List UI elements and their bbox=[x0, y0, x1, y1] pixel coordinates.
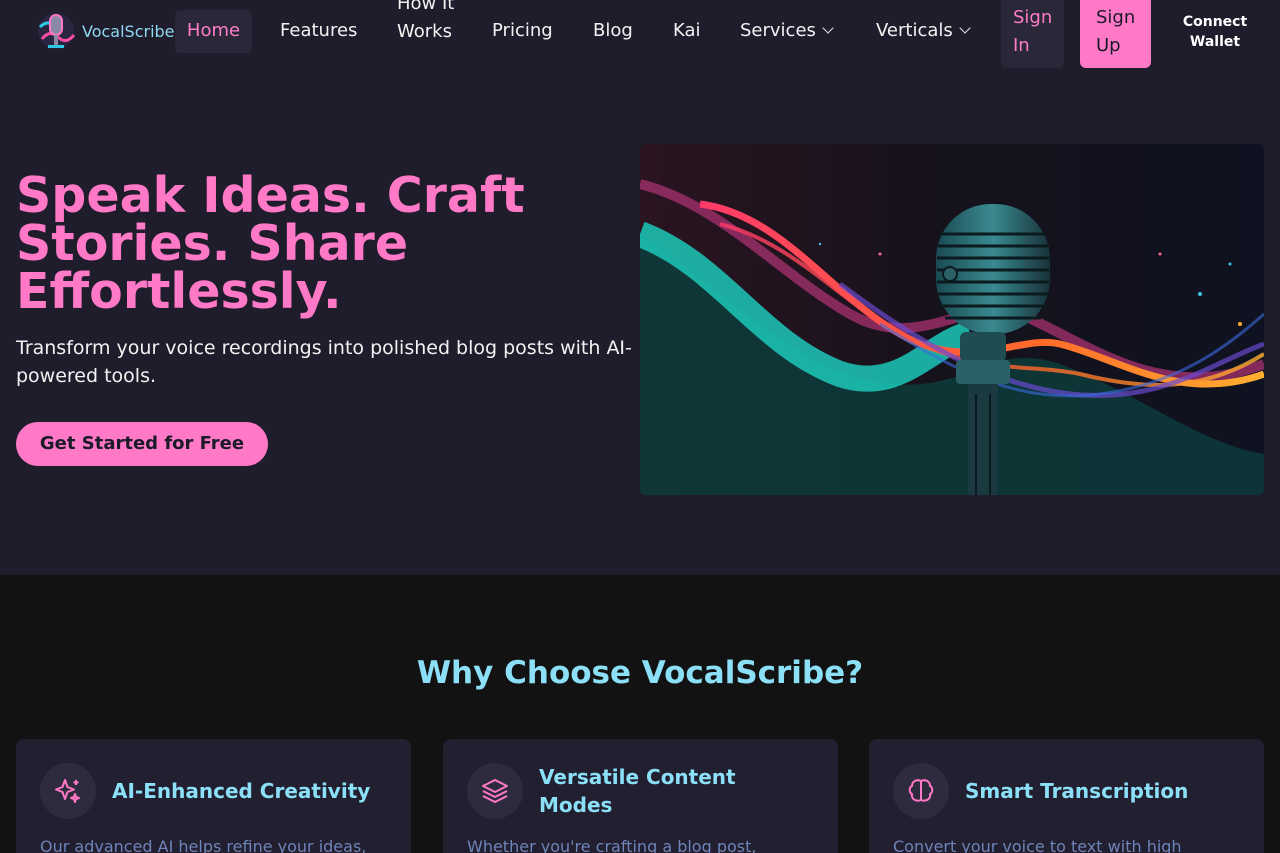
feature-card-transcription: Smart Transcription Convert your voice t… bbox=[869, 739, 1264, 853]
nav-kai[interactable]: Kai bbox=[673, 17, 701, 45]
sparkles-icon bbox=[40, 763, 96, 819]
chevron-down-icon bbox=[822, 22, 834, 34]
brand-name: VocalScribe bbox=[82, 21, 175, 41]
chevron-down-icon bbox=[959, 22, 971, 34]
sign-up-button[interactable]: Sign Up bbox=[1080, 0, 1151, 68]
nav-pricing[interactable]: Pricing bbox=[492, 17, 553, 45]
hero-title: Speak Ideas. Craft Stories. Share Effort… bbox=[16, 167, 525, 320]
feature-card-desc: Convert your voice to text with high bbox=[893, 837, 1182, 853]
nav-features[interactable]: Features bbox=[280, 17, 357, 45]
nav-home[interactable]: Home bbox=[175, 10, 252, 53]
nav-services-dropdown[interactable]: Services bbox=[740, 17, 834, 45]
microphone-logo-icon bbox=[38, 13, 76, 49]
feature-card-title: Smart Transcription bbox=[965, 779, 1189, 803]
layers-icon bbox=[467, 763, 523, 819]
microphone-waves-illustration bbox=[640, 144, 1264, 495]
top-navbar: VocalScribe Home Features How It Works P… bbox=[0, 0, 1280, 74]
connect-wallet-button[interactable]: Connect Wallet bbox=[1172, 12, 1258, 52]
feature-card-title: AI-Enhanced Creativity bbox=[112, 779, 371, 803]
features-section: Why Choose VocalScribe? AI-Enhanced Crea… bbox=[0, 575, 1280, 853]
nav-blog[interactable]: Blog bbox=[593, 17, 633, 45]
hero-microphone-image bbox=[640, 144, 1264, 495]
feature-card-desc: Our advanced AI helps refine your ideas, bbox=[40, 837, 367, 853]
feature-card-title: Versatile Content Modes bbox=[539, 765, 736, 817]
get-started-button[interactable]: Get Started for Free bbox=[16, 422, 268, 466]
nav-verticals-dropdown[interactable]: Verticals bbox=[876, 17, 971, 45]
nav-how-it-works[interactable]: How It Works bbox=[397, 0, 457, 46]
feature-card-desc: Whether you're crafting a blog post, bbox=[467, 837, 757, 853]
brain-icon bbox=[893, 763, 949, 819]
sign-in-button[interactable]: Sign In bbox=[1001, 0, 1064, 68]
hero-subtitle: Transform your voice recordings into pol… bbox=[16, 337, 632, 387]
feature-card-ai-creativity: AI-Enhanced Creativity Our advanced AI h… bbox=[16, 739, 411, 853]
features-title: Why Choose VocalScribe? bbox=[416, 655, 864, 691]
nav-verticals-label: Verticals bbox=[876, 20, 953, 41]
brand-logo[interactable]: VocalScribe bbox=[36, 9, 175, 53]
nav-services-label: Services bbox=[740, 20, 816, 41]
feature-card-content-modes: Versatile Content Modes Whether you're c… bbox=[443, 739, 838, 853]
